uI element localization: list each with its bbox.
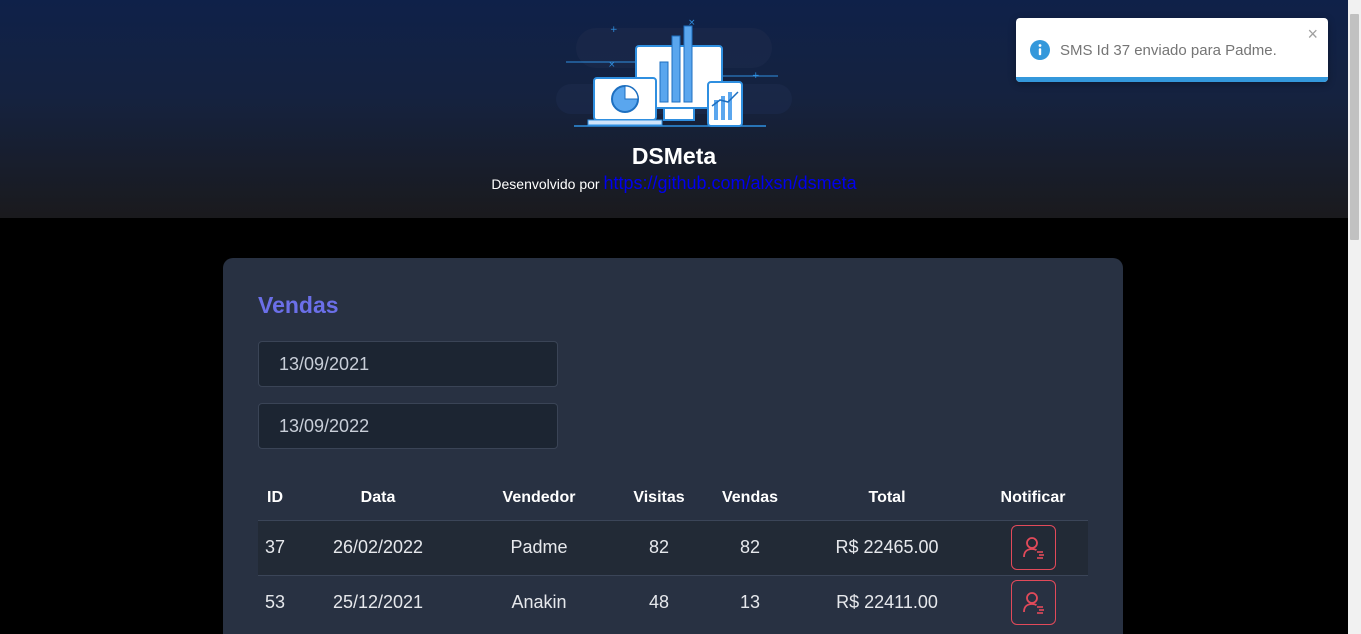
toast-message: SMS Id 37 enviado para Padme. [1060, 42, 1277, 59]
sale-id: 37 [258, 519, 292, 575]
column-header-notify: Notificar [1000, 488, 1066, 506]
app-title: DSMeta [631, 143, 717, 169]
svg-text:×: × [608, 60, 616, 70]
toast-progress-bar [1016, 77, 1328, 82]
toast-notification: SMS Id 37 enviado para Padme. × [1016, 18, 1328, 82]
svg-text:+: + [610, 25, 618, 35]
user-notify-icon [1022, 537, 1044, 559]
column-header-seller: Vendedor [502, 488, 576, 506]
sales-card: Vendas ID Data Vendedor Visitas Vendas T… [223, 258, 1123, 634]
sales-table: ID Data Vendedor Visitas Vendas Total No… [258, 476, 1088, 630]
app-page: + + × × DSMeta Desenvolvido por https://… [0, 0, 1348, 634]
user-notify-icon [1022, 592, 1044, 615]
min-date-input[interactable] [258, 341, 558, 387]
sale-total: R$ 22411.00 [796, 574, 978, 630]
notify-cell [978, 519, 1088, 575]
sale-visits: 82 [614, 519, 704, 575]
sale-seller: Anakin [464, 574, 614, 630]
vertical-scrollbar[interactable] [1348, 0, 1361, 634]
column-header-date: Data [360, 488, 396, 506]
dashboard-illustration-logo: + + × × [556, 18, 792, 127]
notify-button[interactable] [1010, 525, 1056, 570]
column-header-id: ID [267, 488, 283, 506]
sale-deals: 13 [704, 574, 796, 630]
sales-title: Vendas [258, 292, 339, 318]
sale-date: 25/12/2021 [292, 574, 464, 630]
max-date-input[interactable] [258, 403, 558, 449]
sale-visits: 48 [614, 574, 704, 630]
sale-seller: Padme [464, 519, 614, 575]
table-row: 37 26/02/2022 Padme 82 82 R$ 22465.00 [258, 519, 1088, 575]
info-icon [1030, 40, 1050, 60]
sale-total: R$ 22465.00 [796, 519, 978, 575]
table-row: 53 25/12/2021 Anakin 48 13 R$ 22411.00 [258, 574, 1088, 630]
notify-button[interactable] [1010, 580, 1056, 626]
svg-text:+: + [752, 71, 760, 81]
sale-deals: 82 [704, 519, 796, 575]
column-header-deals: Vendas [721, 488, 779, 506]
developer-prefix: Desenvolvido por [491, 176, 600, 192]
developer-credit: Desenvolvido por https://github.com/alxs… [0, 173, 1348, 194]
notify-cell [978, 574, 1088, 630]
sale-date: 26/02/2022 [292, 519, 464, 575]
table-header-row: ID Data Vendedor Visitas Vendas Total No… [258, 476, 1088, 520]
scrollbar-thumb[interactable] [1350, 14, 1359, 240]
svg-text:×: × [688, 18, 696, 28]
close-icon[interactable]: × [1307, 24, 1318, 45]
github-link[interactable]: https://github.com/alxsn/dsmeta [603, 173, 856, 193]
column-header-visits: Visitas [633, 488, 685, 506]
sale-id: 53 [258, 574, 292, 630]
column-header-total: Total [868, 488, 906, 506]
